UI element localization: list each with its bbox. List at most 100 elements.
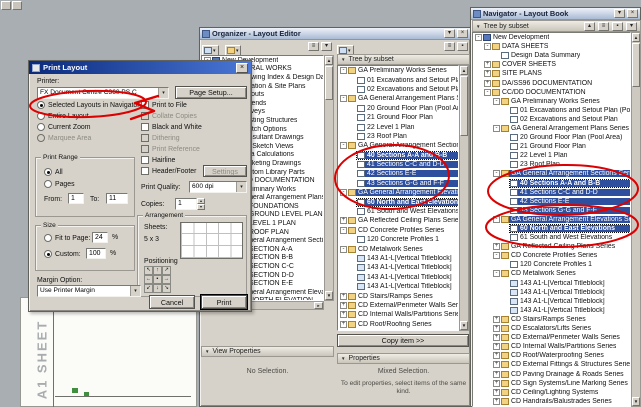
range-pages-option[interactable]: Pages: [44, 180, 75, 188]
expand-toggle-icon[interactable]: [349, 86, 356, 93]
navigator-row[interactable]: 23 Roof Plan: [473, 160, 630, 169]
layout-book-row[interactable]: 120 Concrete Profiles 1: [338, 235, 458, 244]
navigator-row[interactable]: 143 A1-L[Vertical Titleblock]: [473, 279, 630, 288]
expand-toggle-icon[interactable]: -: [340, 67, 347, 75]
positioning-cell[interactable]: →: [162, 275, 171, 284]
expand-toggle-icon[interactable]: [493, 52, 500, 59]
print-source-option[interactable]: Current Zoom: [37, 123, 140, 132]
range-all-option[interactable]: All: [44, 168, 63, 176]
expand-toggle-icon[interactable]: [349, 161, 356, 168]
navigator-row[interactable]: + CD Stairs/Ramps Series: [473, 315, 630, 324]
expand-toggle-icon[interactable]: [349, 105, 356, 112]
navigator-row[interactable]: 61 South and West Elevations: [473, 233, 630, 242]
copies-stepper[interactable]: ▴ ▾: [197, 198, 205, 210]
scroll-down-icon[interactable]: ▼: [632, 397, 640, 406]
expand-toggle-icon[interactable]: +: [340, 217, 347, 225]
expand-toggle-icon[interactable]: [502, 180, 509, 187]
scroll-up-icon[interactable]: ▲: [325, 56, 333, 65]
properties-icon[interactable]: ≡: [598, 21, 609, 31]
navigator-row[interactable]: - CD Metalwork Series: [473, 269, 630, 278]
navigator-row[interactable]: 20 Ground Floor Plan (Pool Area): [473, 133, 630, 142]
expand-toggle-icon[interactable]: [349, 124, 356, 131]
navigator-row[interactable]: + CD Paving Drainage & Roads Series: [473, 369, 630, 378]
positioning-cell[interactable]: ↙: [144, 284, 153, 293]
print-output-option[interactable]: Collate Copies: [141, 112, 202, 121]
expand-toggle-icon[interactable]: +: [484, 79, 491, 87]
expand-toggle-icon[interactable]: -: [340, 245, 347, 253]
layout-book-row[interactable]: - CD Concrete Profiles Series: [338, 226, 458, 235]
navigator-row[interactable]: + CD Internal Walls/Partitions Series: [473, 342, 630, 351]
expand-toggle-icon[interactable]: +: [340, 320, 347, 328]
organizer-tree-by-subset-header[interactable]: ▼ Tree by subset: [337, 54, 470, 65]
layout-book-row[interactable]: 43 Sections G-G and F-F: [338, 179, 458, 188]
print-button[interactable]: Print: [200, 294, 248, 310]
navigator-row[interactable]: 60 North and East Elevations: [473, 224, 630, 234]
organizer-right-options-button[interactable]: ≡: [444, 42, 455, 51]
layout-book-row[interactable]: 02 Excavations and Setout Plans: [338, 85, 458, 94]
print-output-option[interactable]: Black and White: [141, 123, 202, 132]
organizer-close-button[interactable]: ×: [457, 29, 468, 38]
cancel-button[interactable]: Cancel: [149, 295, 195, 309]
expand-toggle-icon[interactable]: -: [493, 215, 500, 223]
navigator-row[interactable]: 43 Sections G-G and F-F: [473, 206, 630, 215]
expand-toggle-icon[interactable]: [349, 180, 356, 187]
layout-book-row[interactable]: 01 Excavations and Setout Plans: [338, 75, 458, 84]
expand-toggle-icon[interactable]: [349, 255, 356, 262]
expand-toggle-icon[interactable]: -: [493, 97, 500, 105]
expand-toggle-icon[interactable]: +: [493, 243, 500, 251]
expand-toggle-icon[interactable]: [502, 207, 509, 214]
navigator-row[interactable]: + COVER SHEETS: [473, 60, 630, 69]
navigator-row[interactable]: + CD Ceiling/Lighting Systems: [473, 388, 630, 397]
expand-toggle-icon[interactable]: [349, 236, 356, 243]
expand-toggle-icon[interactable]: [502, 143, 509, 150]
expand-toggle-icon[interactable]: -: [475, 34, 482, 42]
navigator-row[interactable]: 40 Sections A-A and B-B: [473, 178, 630, 188]
expand-toggle-icon[interactable]: [502, 225, 509, 232]
organizer-menu-button[interactable]: ▾: [444, 29, 455, 38]
positioning-cell[interactable]: ↓: [153, 284, 162, 293]
custom-value-field[interactable]: 100: [86, 248, 106, 259]
layout-book-row[interactable]: 41 Sections C-C and D-D: [338, 160, 458, 169]
expand-toggle-icon[interactable]: [349, 77, 356, 84]
scroll-up-icon[interactable]: ▲: [632, 33, 640, 42]
organizer-left-flyout-button[interactable]: ▾: [321, 42, 332, 51]
layout-book-row[interactable]: - CD Metalwork Series: [338, 244, 458, 253]
expand-toggle-icon[interactable]: [502, 116, 509, 123]
custom-size-option[interactable]: Custom:: [44, 250, 81, 258]
expand-toggle-icon[interactable]: [502, 289, 509, 296]
positioning-cell[interactable]: ↗: [162, 266, 171, 275]
spin-down-icon[interactable]: ▾: [197, 204, 205, 210]
print-quality-select[interactable]: 600 dpi ▾: [189, 181, 247, 193]
navigator-row[interactable]: - GA General Arrangement Elevations Seri…: [473, 215, 630, 224]
layout-book-row[interactable]: + CD External/Perimeter Walls Series: [338, 301, 458, 310]
layout-book-row[interactable]: + CD Roof/Roofing Series: [338, 320, 458, 329]
layout-book-row[interactable]: 61 South and West Elevations: [338, 207, 458, 216]
navigator-row[interactable]: + CD Roof/Waterproofing Series: [473, 351, 630, 360]
expand-toggle-icon[interactable]: [502, 298, 509, 305]
expand-toggle-icon[interactable]: [502, 161, 509, 168]
expand-toggle-icon[interactable]: [502, 280, 509, 287]
print-dialog-titlebar[interactable]: Print Layout ×: [29, 61, 251, 74]
print-output-option[interactable]: Print Reference: [141, 145, 202, 154]
layout-book-row[interactable]: 20 Ground Floor Plan (Pool Area): [338, 104, 458, 113]
expand-toggle-icon[interactable]: [502, 134, 509, 141]
scroll-right-icon[interactable]: ▸: [314, 302, 323, 309]
expand-toggle-icon[interactable]: +: [493, 388, 500, 396]
navigator-row[interactable]: + CD External/Perimeter Walls Series: [473, 333, 630, 342]
expand-toggle-icon[interactable]: [349, 133, 356, 140]
expand-toggle-icon[interactable]: [349, 274, 356, 281]
print-output-option[interactable]: Dithering: [141, 134, 202, 143]
navigator-row[interactable]: + CD Handrails/Balustrades Series: [473, 397, 630, 406]
expand-toggle-icon[interactable]: [349, 114, 356, 121]
layout-book-scrollbar[interactable]: ▲ ▼: [459, 65, 469, 331]
layout-book-row[interactable]: 42 Sections E-E: [338, 169, 458, 178]
header-footer-settings-button[interactable]: Settings: [203, 165, 247, 177]
scroll-thumb[interactable]: [460, 76, 468, 136]
flyout-icon[interactable]: ▾: [626, 21, 637, 31]
settings-icon[interactable]: ▪: [612, 21, 623, 31]
toolbar-icon[interactable]: [12, 1, 22, 10]
expand-toggle-icon[interactable]: [502, 107, 509, 114]
layout-book-row[interactable]: - GA General Arrangement Elevations: [338, 188, 458, 197]
expand-toggle-icon[interactable]: [349, 199, 356, 206]
expand-toggle-icon[interactable]: -: [493, 124, 500, 132]
